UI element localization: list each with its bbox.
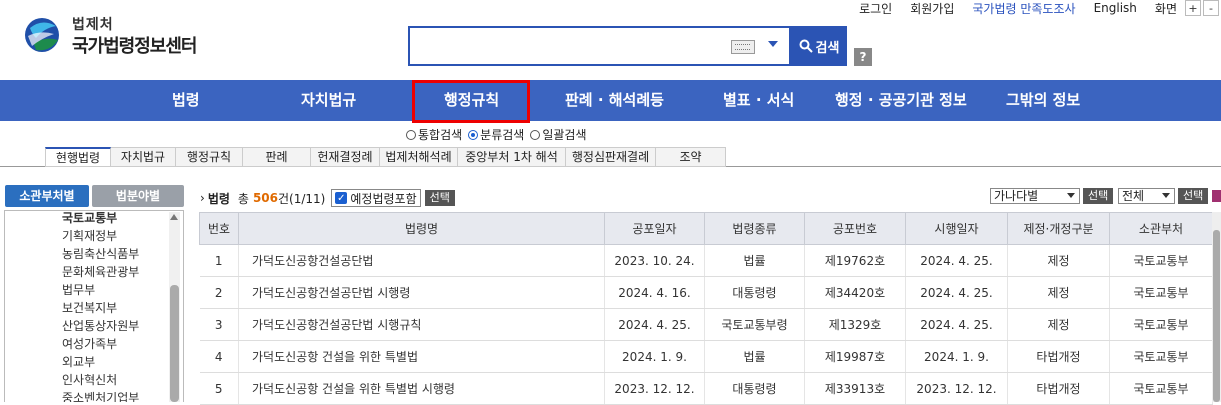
list-item[interactable]: 중소벤처기업부	[62, 389, 139, 402]
list-item[interactable]: 외교부	[62, 353, 95, 370]
english-link[interactable]: English	[1094, 1, 1137, 15]
scroll-up-icon[interactable]	[170, 214, 178, 220]
search-input[interactable]	[408, 26, 791, 66]
side-tab-field[interactable]: 법분야별	[92, 185, 184, 207]
help-button[interactable]: ?	[854, 48, 872, 66]
results-header: › 법령 총 506 건(1/11) ✓ 예정법령포함 선택	[200, 189, 455, 207]
tab-precedent[interactable]: 판례	[243, 147, 311, 167]
include-select-button[interactable]: 선택	[424, 190, 455, 206]
results-table: 번호 법령명 공포일자 법령종류 공포번호 시행일자 제정·개정구분 소관부처 …	[199, 212, 1213, 405]
law-name-link[interactable]: 가덕도신공항건설공단법 시행령	[238, 276, 605, 309]
col-header[interactable]: 시행일자	[905, 212, 1008, 245]
nav-law[interactable]: 법령	[172, 80, 200, 121]
keyboard-icon[interactable]	[731, 40, 755, 54]
logo-line1: 법제처	[72, 17, 114, 33]
tab-const-court[interactable]: 헌재결정례	[311, 147, 380, 167]
results-title: 법령	[207, 191, 230, 206]
zoom-in-button[interactable]: +	[1185, 0, 1201, 16]
list-item[interactable]: 법무부	[62, 281, 95, 298]
table-scroll-thumb[interactable]	[1213, 230, 1220, 402]
sort-select-button[interactable]: 선택	[1083, 188, 1114, 204]
login-link[interactable]: 로그인	[859, 0, 892, 17]
total-label: 총	[237, 191, 249, 206]
col-header[interactable]: 번호	[199, 212, 239, 245]
side-scroll-thumb[interactable]	[170, 285, 179, 402]
save-icon[interactable]	[1212, 190, 1221, 202]
scope-select[interactable]: 전체	[1118, 188, 1175, 204]
main-nav: 법령 자치법규 행정규칙 판례 · 해석례등 별표 · 서식 행정 · 공공기관…	[0, 80, 1221, 121]
nav-forms[interactable]: 별표 · 서식	[723, 80, 794, 121]
tab-local-law[interactable]: 자치법규	[111, 147, 176, 167]
tab-admin-appeal[interactable]: 행정심판재결례	[566, 147, 656, 167]
col-header[interactable]: 법령종류	[704, 212, 805, 245]
logo-line2: 국가법령정보센터	[72, 36, 197, 57]
search-button-label: 검색	[815, 40, 840, 56]
nav-highlight-box	[412, 80, 530, 123]
col-header[interactable]: 소관부처	[1109, 212, 1213, 245]
nav-precedent[interactable]: 판례 · 해석례등	[565, 80, 664, 121]
table-row: 3 가덕도신공항건설공단법 시행규칙 2024. 4. 25. 국토교통부령 제…	[199, 308, 1213, 341]
chevron-right-icon: ›	[200, 191, 205, 205]
logo[interactable]: 법제처 국가법령정보센터	[24, 12, 224, 58]
col-header[interactable]: 공포일자	[604, 212, 705, 245]
table-row: 5 가덕도신공항 건설을 위한 특별법 시행령 2023. 12. 12. 대통…	[199, 372, 1213, 405]
radio-batch[interactable]: 일괄검색	[530, 126, 587, 143]
table-row: 2 가덕도신공항건설공단법 시행령 2024. 4. 16. 대통령령 제344…	[199, 276, 1213, 309]
tab-admin-rule[interactable]: 행정규칙	[176, 147, 243, 167]
table-header-row: 번호 법령명 공포일자 법령종류 공포번호 시행일자 제정·개정구분 소관부처	[199, 212, 1213, 245]
survey-link[interactable]: 국가법령 만족도조사	[972, 0, 1075, 17]
law-name-link[interactable]: 가덕도신공항건설공단법	[238, 244, 605, 277]
tab-bar: 현행법령 자치법규 행정규칙 판례 헌재결정례 법제처해석례 중앙부처 1차 해…	[45, 147, 726, 167]
tab-legislation-interp[interactable]: 법제처해석례	[380, 147, 458, 167]
check-icon: ✓	[335, 192, 348, 204]
table-row: 1 가덕도신공항건설공단법 2023. 10. 24. 법률 제19762호 2…	[199, 244, 1213, 277]
search-button[interactable]: 검색	[791, 26, 847, 66]
list-item[interactable]: 인사혁신처	[62, 371, 117, 388]
tab-treaty[interactable]: 조약	[656, 147, 726, 167]
list-item[interactable]: 보건복지부	[62, 299, 117, 316]
signup-link[interactable]: 회원가입	[910, 0, 954, 17]
col-header[interactable]: 공포번호	[804, 212, 906, 245]
include-scheduled-checkbox[interactable]: ✓ 예정법령포함	[331, 189, 421, 207]
screen-label: 화면	[1154, 1, 1177, 16]
tab-current-law[interactable]: 현행법령	[45, 147, 111, 167]
ministry-list: 국토교통부 기획재정부 농림축산식품부 문화체육관광부 법무부 보건복지부 산업…	[4, 210, 184, 402]
law-name-link[interactable]: 가덕도신공항건설공단법 시행규칙	[238, 308, 605, 341]
list-item[interactable]: 산업통상자원부	[62, 317, 139, 334]
list-item[interactable]: 기획재정부	[62, 227, 117, 244]
col-header[interactable]: 제정·개정구분	[1007, 212, 1110, 245]
col-header[interactable]: 법령명	[238, 212, 605, 245]
list-item[interactable]: 문화체육관광부	[62, 263, 139, 280]
utility-bar: 로그인 회원가입 국가법령 만족도조사 English 화면 + -	[841, 0, 1221, 16]
radio-integrated[interactable]: 통합검색	[406, 126, 462, 143]
nav-agency-info[interactable]: 행정 · 공공기관 정보	[835, 80, 967, 121]
scope-select-button[interactable]: 선택	[1178, 188, 1209, 204]
law-name-link[interactable]: 가덕도신공항 건설을 위한 특별법	[238, 340, 605, 373]
tab-ministry-interp[interactable]: 중앙부처 1차 해석	[458, 147, 566, 167]
side-tab-ministry[interactable]: 소관부처별	[5, 185, 89, 207]
list-item[interactable]: 농림축산식품부	[62, 245, 139, 262]
search-mode-group: 통합검색 분류검색 일괄검색	[406, 126, 593, 143]
nav-local-law[interactable]: 자치법규	[301, 80, 356, 121]
nav-other-info[interactable]: 그밖의 정보	[1006, 80, 1080, 121]
count-suffix: 건(1/11)	[278, 191, 326, 206]
sort-select[interactable]: 가나다별	[990, 188, 1080, 204]
zoom-out-button[interactable]: -	[1203, 0, 1219, 16]
list-item[interactable]: 국토교통부	[62, 211, 117, 226]
logo-mark-icon	[25, 18, 59, 52]
law-name-link[interactable]: 가덕도신공항 건설을 위한 특별법 시행령	[238, 372, 605, 405]
table-row: 4 가덕도신공항 건설을 위한 특별법 2024. 1. 9. 법률 제1998…	[199, 340, 1213, 373]
list-item[interactable]: 여성가족부	[62, 335, 117, 352]
radio-category[interactable]: 분류검색	[468, 126, 524, 143]
chevron-down-icon[interactable]	[768, 41, 778, 47]
result-count: 506	[252, 191, 279, 205]
search-icon	[799, 39, 813, 53]
